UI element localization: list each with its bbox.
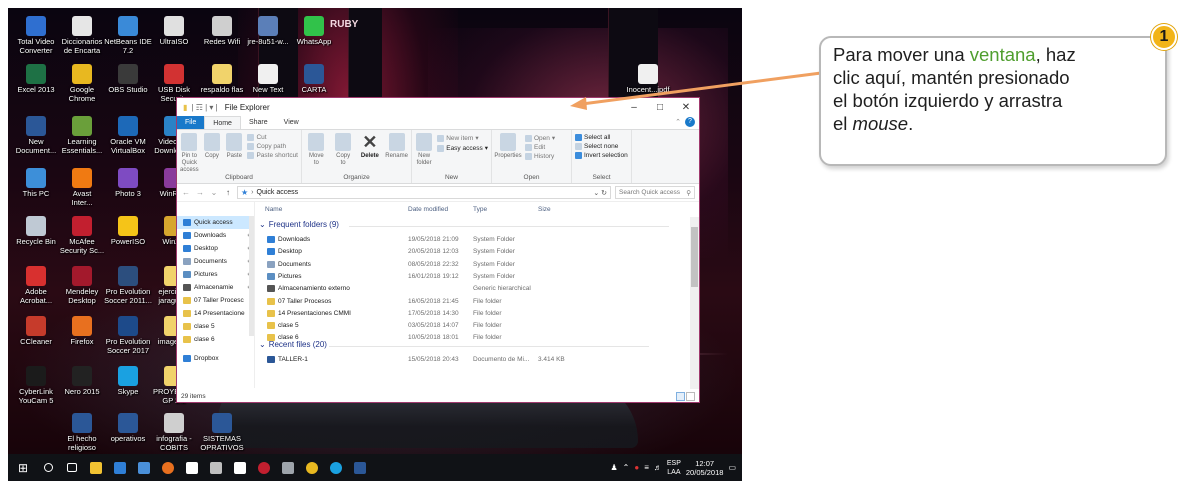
screenshot-root: RUBY Total Video Converter Diccionarios d…	[0, 0, 1195, 493]
callout-text-part: .	[908, 113, 914, 134]
step-number-badge: 1	[1151, 24, 1177, 50]
callout-line-4: el mouse.	[833, 112, 1155, 135]
callout-highlight-ventana: ventana	[969, 44, 1036, 65]
arrowhead	[570, 97, 587, 110]
callout-text-part: Para mover una	[833, 44, 970, 65]
callout-line-1: Para mover una ventana, haz	[833, 43, 1155, 66]
callout-line-2: clic aquí, mantén presionado	[833, 67, 1070, 88]
callout-italic-mouse: mouse	[852, 113, 909, 134]
callout-line-3: el botón izquierdo y arrastra	[833, 90, 1063, 111]
callout-text: Para mover una ventana, haz clic aquí, m…	[833, 43, 1155, 135]
callout-text-part: el	[833, 113, 853, 134]
instruction-callout: Para mover una ventana, haz clic aquí, m…	[819, 36, 1167, 166]
callout-text-part: , haz	[1035, 44, 1076, 65]
arrow-line	[581, 71, 822, 106]
